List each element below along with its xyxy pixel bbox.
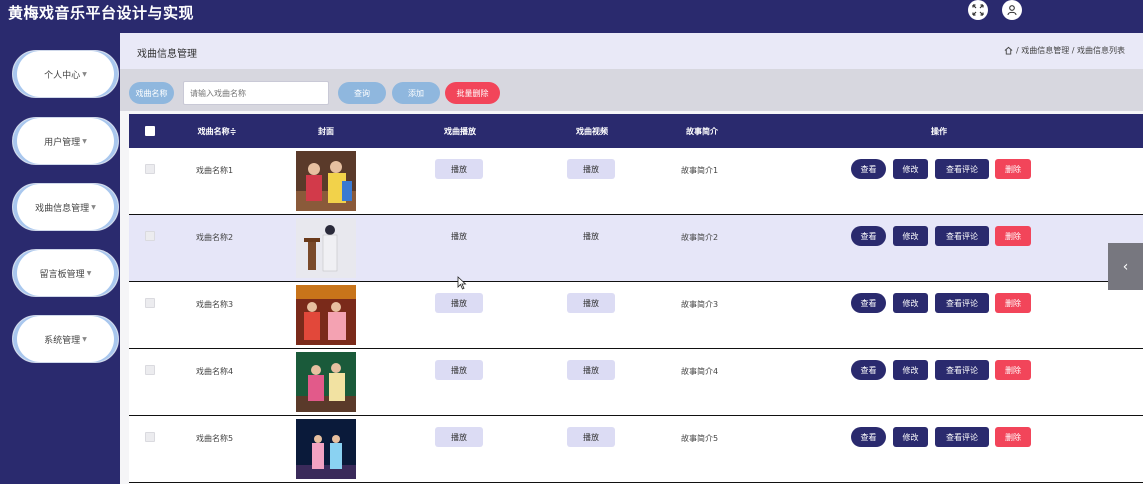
table-row: 戏曲名称3 播放 播放 故事简介3 查看 修改 查看评论 删除 <box>129 282 1143 349</box>
sidebar-item-label: 留言板管理 <box>39 269 85 280</box>
sidebar-item-opera-management[interactable]: 戏曲信息管理 ▼ <box>12 183 119 231</box>
video-play-button[interactable]: 播放 <box>567 293 615 313</box>
play-button[interactable]: 播放 <box>435 293 483 313</box>
user-icon[interactable] <box>1002 0 1022 20</box>
view-button[interactable]: 查看 <box>851 360 886 380</box>
sidebar-item-label: 用户管理 <box>44 137 81 148</box>
chevron-down-icon: ▼ <box>82 335 87 343</box>
opera-name: 戏曲名称3 <box>196 300 234 309</box>
video-play-button[interactable]: 播放 <box>567 159 615 179</box>
sidebar-item-message-board[interactable]: 留言板管理 ▼ <box>12 249 119 297</box>
sidebar-item-user-management[interactable]: 用户管理 ▼ <box>12 117 119 165</box>
home-icon[interactable] <box>1004 46 1013 55</box>
chevron-down-icon: ▼ <box>82 70 87 78</box>
sidebar-item-label: 个人中心 <box>44 70 81 81</box>
fullscreen-icon[interactable] <box>968 0 988 20</box>
top-bar: 黄梅戏音乐平台设计与实现 <box>0 0 1143 33</box>
story-intro: 故事简介5 <box>681 434 719 443</box>
view-button[interactable]: 查看 <box>851 159 886 179</box>
column-header-name[interactable]: 戏曲名称≑ <box>187 114 247 148</box>
column-header-actions: 操作 <box>931 126 947 136</box>
search-input[interactable] <box>183 81 329 105</box>
edit-button[interactable]: 修改 <box>893 360 928 380</box>
video-play-button[interactable]: 播放 <box>567 360 615 380</box>
select-all-checkbox[interactable] <box>145 126 155 136</box>
sidebar-item-label: 戏曲信息管理 <box>35 203 90 214</box>
sidebar-item-system-management[interactable]: 系统管理 ▼ <box>12 315 119 363</box>
view-button[interactable]: 查看 <box>851 226 886 246</box>
search-bar: 戏曲名称 查询 添加 批量删除 <box>120 69 1143 111</box>
opera-name: 戏曲名称1 <box>196 166 234 175</box>
edit-button[interactable]: 修改 <box>893 226 928 246</box>
delete-button[interactable]: 删除 <box>995 226 1031 246</box>
chevron-left-icon: ‹ <box>1122 258 1129 275</box>
view-button[interactable]: 查看 <box>851 427 886 447</box>
story-intro: 故事简介4 <box>681 367 719 376</box>
table-row: 戏曲名称2 播放 播放 故事简介2 查看 修改 查看评论 删除 <box>129 215 1143 282</box>
cover-image <box>296 352 356 412</box>
app-title: 黄梅戏音乐平台设计与实现 <box>8 4 195 22</box>
query-button[interactable]: 查询 <box>338 82 386 104</box>
add-button[interactable]: 添加 <box>392 82 440 104</box>
column-header-video: 戏曲视频 <box>576 126 608 136</box>
video-play-button[interactable]: 播放 <box>567 226 615 246</box>
view-comments-button[interactable]: 查看评论 <box>935 159 989 179</box>
edit-button[interactable]: 修改 <box>893 427 928 447</box>
chevron-down-icon: ▼ <box>86 269 92 277</box>
view-comments-button[interactable]: 查看评论 <box>935 293 989 313</box>
opera-name: 戏曲名称4 <box>196 367 234 376</box>
delete-button[interactable]: 删除 <box>995 427 1031 447</box>
column-header-cover: 封面 <box>318 126 334 136</box>
play-button[interactable]: 播放 <box>435 360 483 380</box>
column-header-intro: 故事简介 <box>686 126 718 136</box>
edit-button[interactable]: 修改 <box>893 159 928 179</box>
cover-image <box>296 419 356 479</box>
sidebar-item-personal-center[interactable]: 个人中心 ▼ <box>12 50 119 98</box>
video-play-button[interactable]: 播放 <box>567 427 615 447</box>
view-comments-button[interactable]: 查看评论 <box>935 360 989 380</box>
row-checkbox[interactable] <box>145 298 155 308</box>
delete-button[interactable]: 删除 <box>995 360 1031 380</box>
view-comments-button[interactable]: 查看评论 <box>935 427 989 447</box>
breadcrumb: 戏曲信息管理 / 戏曲信息管理 / 戏曲信息列表 <box>120 33 1143 69</box>
edit-button[interactable]: 修改 <box>893 293 928 313</box>
opera-table: 戏曲名称≑ 封面 戏曲播放 戏曲视频 故事简介 操作 戏曲名称1 播放 播放 故… <box>129 114 1143 484</box>
play-button[interactable]: 播放 <box>435 427 483 447</box>
panel-toggle-handle[interactable]: ‹ <box>1108 243 1143 290</box>
breadcrumb-path: / 戏曲信息管理 / 戏曲信息列表 <box>1004 45 1125 56</box>
chevron-down-icon: ▼ <box>91 203 96 211</box>
story-intro: 故事简介3 <box>681 300 719 309</box>
page-title: 戏曲信息管理 <box>137 49 197 60</box>
table-row: 戏曲名称5 播放 播放 故事简介5 查看 修改 查看评论 删除 <box>129 416 1143 483</box>
chevron-down-icon: ▼ <box>82 137 87 145</box>
table-row: 戏曲名称4 播放 播放 故事简介4 查看 修改 查看评论 删除 <box>129 349 1143 416</box>
delete-button[interactable]: 删除 <box>995 159 1031 179</box>
row-checkbox[interactable] <box>145 164 155 174</box>
batch-delete-button[interactable]: 批量删除 <box>445 82 500 104</box>
search-label: 戏曲名称 <box>129 82 174 104</box>
row-checkbox[interactable] <box>145 231 155 241</box>
cover-image <box>296 151 356 211</box>
play-button[interactable]: 播放 <box>435 226 483 246</box>
view-comments-button[interactable]: 查看评论 <box>935 226 989 246</box>
mouse-cursor-icon <box>457 276 467 290</box>
sidebar: 个人中心 ▼ 用户管理 ▼ 戏曲信息管理 ▼ 留言板管理 ▼ 系统管理 ▼ <box>0 33 120 484</box>
row-checkbox[interactable] <box>145 432 155 442</box>
story-intro: 故事简介1 <box>681 166 719 175</box>
main-content: 戏曲信息管理 / 戏曲信息管理 / 戏曲信息列表 戏曲名称 查询 添加 批量删除… <box>120 33 1143 484</box>
row-checkbox[interactable] <box>145 365 155 375</box>
opera-name: 戏曲名称5 <box>196 434 234 443</box>
cover-image <box>296 218 356 278</box>
sidebar-item-label: 系统管理 <box>44 335 81 346</box>
view-button[interactable]: 查看 <box>851 293 886 313</box>
table-row: 戏曲名称1 播放 播放 故事简介1 查看 修改 查看评论 删除 <box>129 148 1143 215</box>
play-button[interactable]: 播放 <box>435 159 483 179</box>
delete-button[interactable]: 删除 <box>995 293 1031 313</box>
breadcrumb-text[interactable]: / 戏曲信息管理 / 戏曲信息列表 <box>1016 45 1125 56</box>
story-intro: 故事简介2 <box>681 233 719 242</box>
column-header-play: 戏曲播放 <box>444 126 476 136</box>
opera-name: 戏曲名称2 <box>196 233 234 242</box>
cover-image <box>296 285 356 345</box>
table-header: 戏曲名称≑ 封面 戏曲播放 戏曲视频 故事简介 操作 <box>129 114 1143 148</box>
